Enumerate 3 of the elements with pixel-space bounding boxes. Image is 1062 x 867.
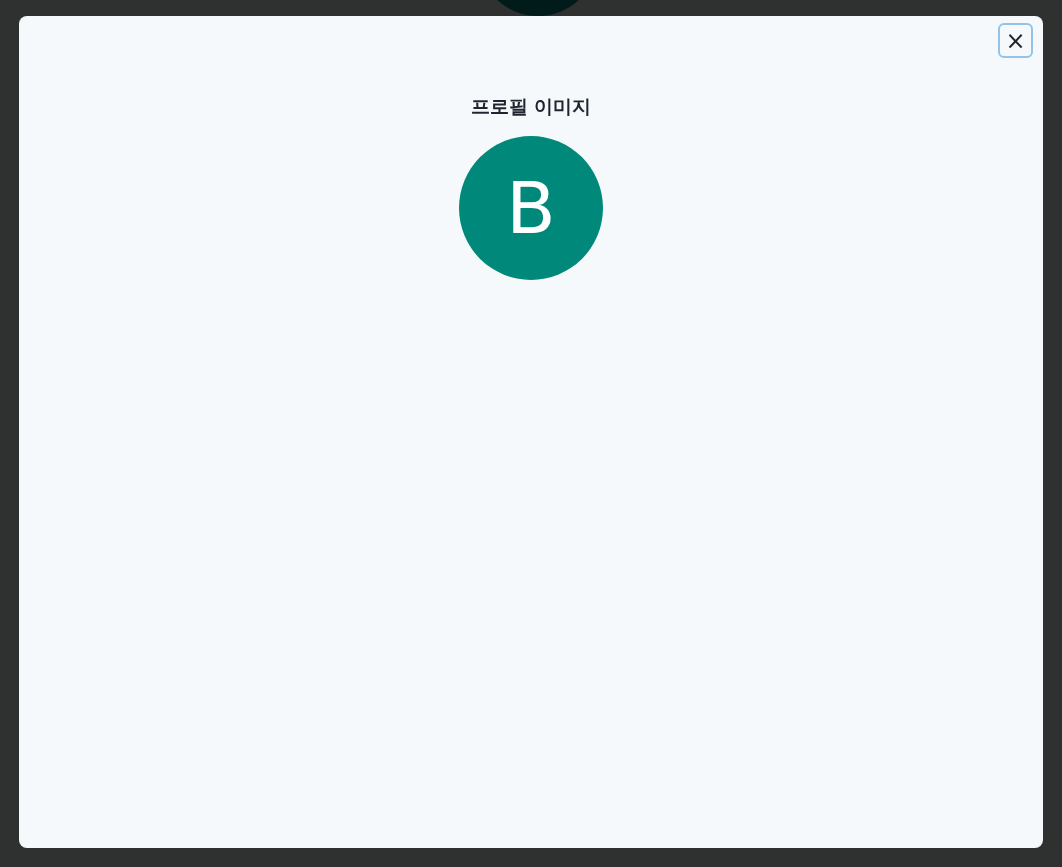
- avatar: B: [459, 136, 603, 280]
- close-button[interactable]: ×: [998, 23, 1033, 58]
- dialog-title: 프로필 이미지: [470, 94, 592, 119]
